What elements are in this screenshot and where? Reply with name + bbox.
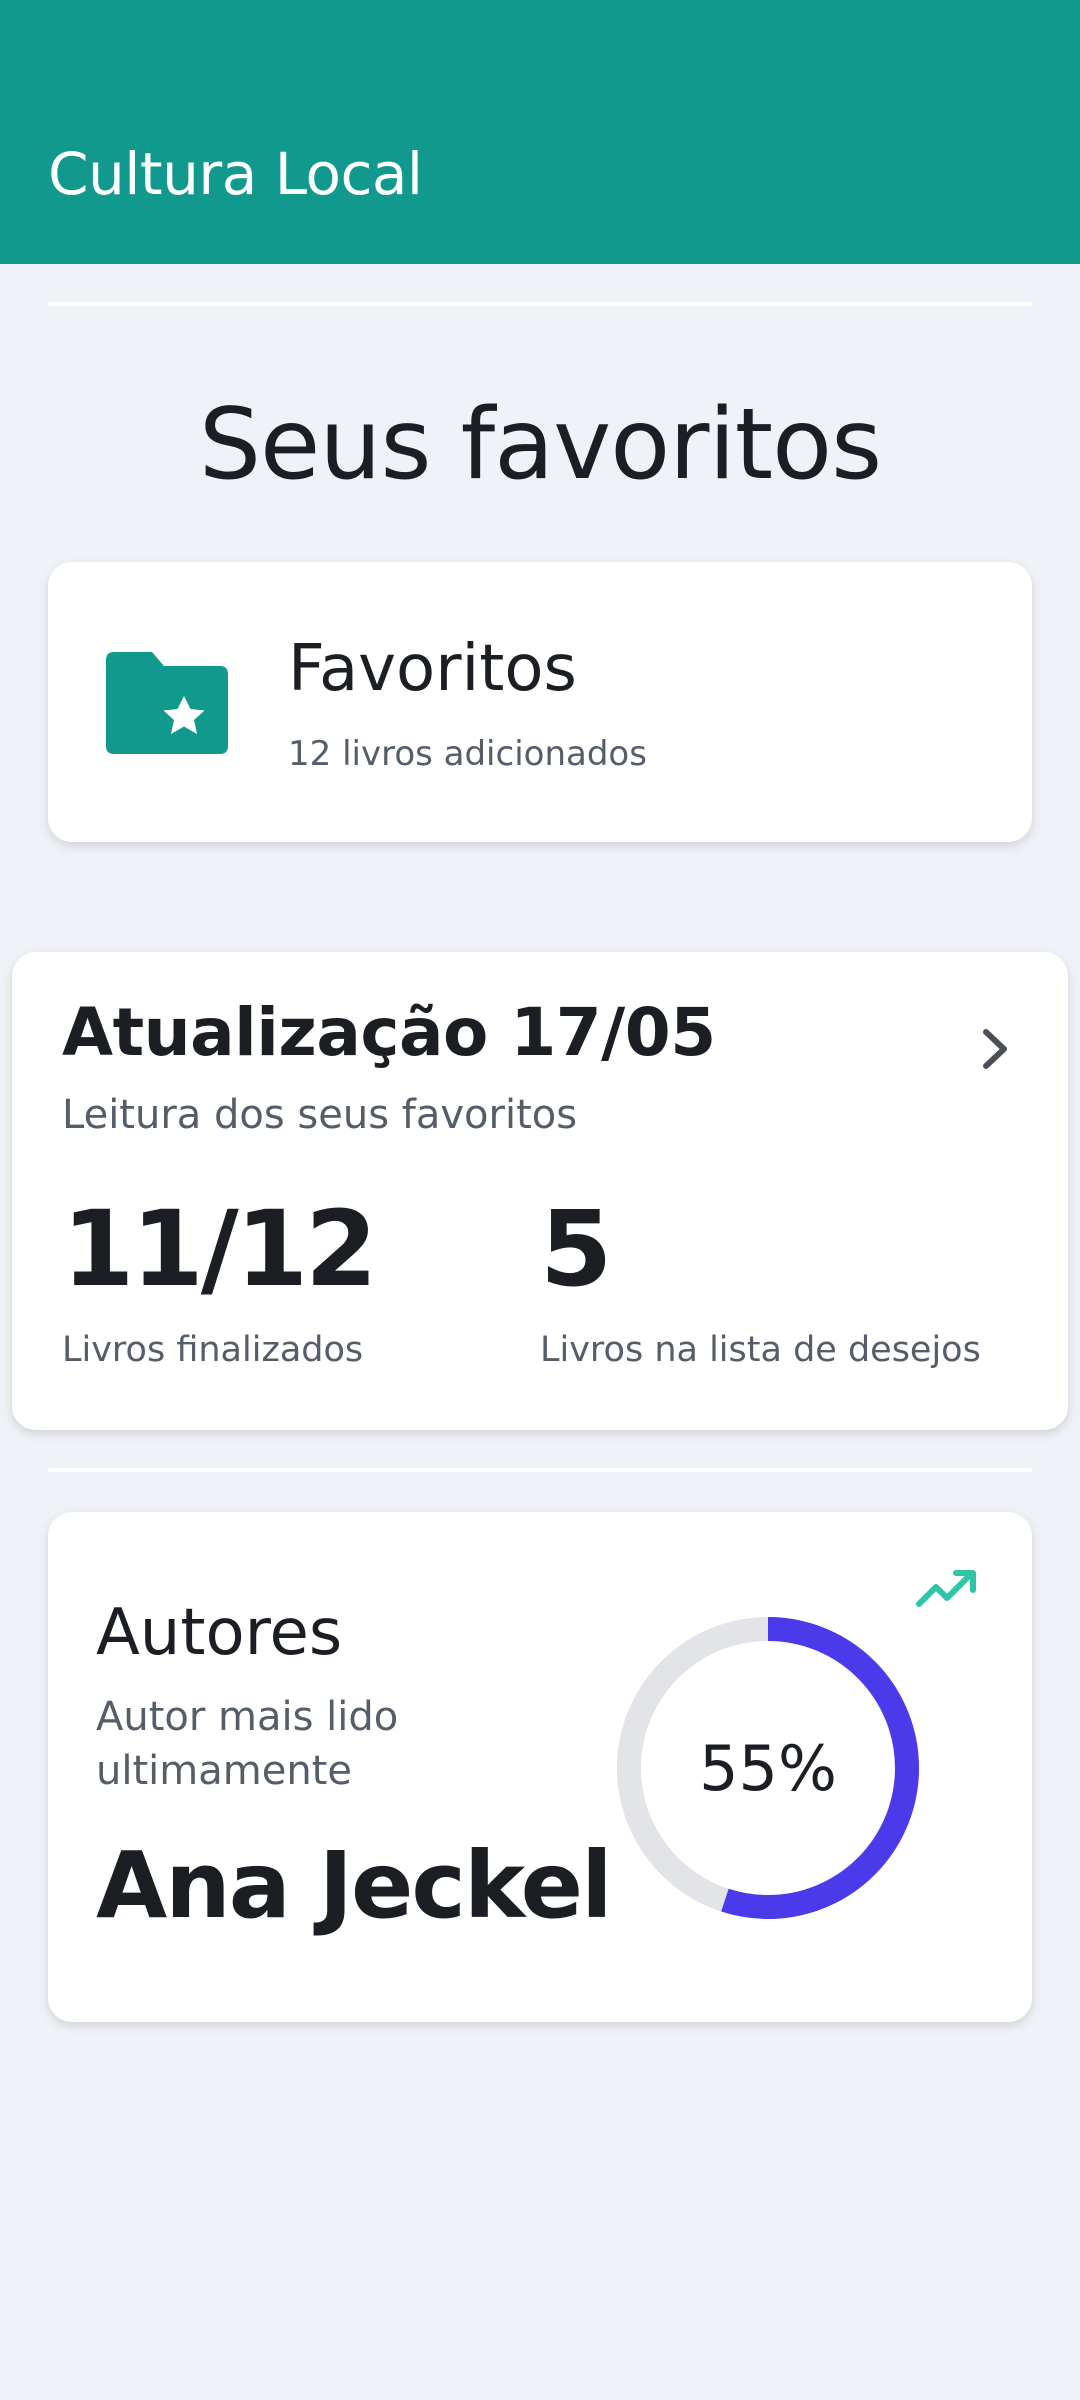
update-title: Atualização 17/05 xyxy=(62,994,716,1071)
authors-card[interactable]: Autores Autor mais lido ultimamente Ana … xyxy=(48,1512,1032,2022)
authors-subtitle: Autor mais lido ultimamente xyxy=(96,1694,399,1794)
authors-title: Autores xyxy=(96,1596,343,1670)
top-author-name: Ana Jeckel xyxy=(96,1832,613,1939)
app-title: Cultura Local xyxy=(48,140,423,208)
wishlist-value: 5 xyxy=(540,1188,612,1310)
chevron-right-icon[interactable] xyxy=(978,1026,1012,1072)
finished-books-value: 11/12 xyxy=(62,1188,377,1310)
top-divider xyxy=(48,302,1032,306)
favorites-card[interactable]: Favoritos 12 livros adicionados xyxy=(48,562,1032,842)
finished-books-label: Livros finalizados xyxy=(62,1330,364,1370)
favorites-title: Favoritos xyxy=(288,632,577,706)
favorites-subtitle: 12 livros adicionados xyxy=(288,734,647,774)
folder-star-icon xyxy=(106,652,228,754)
progress-percentage: 55% xyxy=(699,1731,837,1805)
middle-divider xyxy=(48,1468,1032,1472)
update-card[interactable]: Atualização 17/05 Leitura dos seus favor… xyxy=(12,952,1068,1430)
trending-up-icon xyxy=(916,1570,976,1607)
wishlist-label: Livros na lista de desejos xyxy=(540,1330,981,1370)
app-bar: Cultura Local xyxy=(0,0,1080,264)
page-heading: Seus favoritos xyxy=(198,388,882,502)
update-subtitle: Leitura dos seus favoritos xyxy=(62,1092,578,1138)
